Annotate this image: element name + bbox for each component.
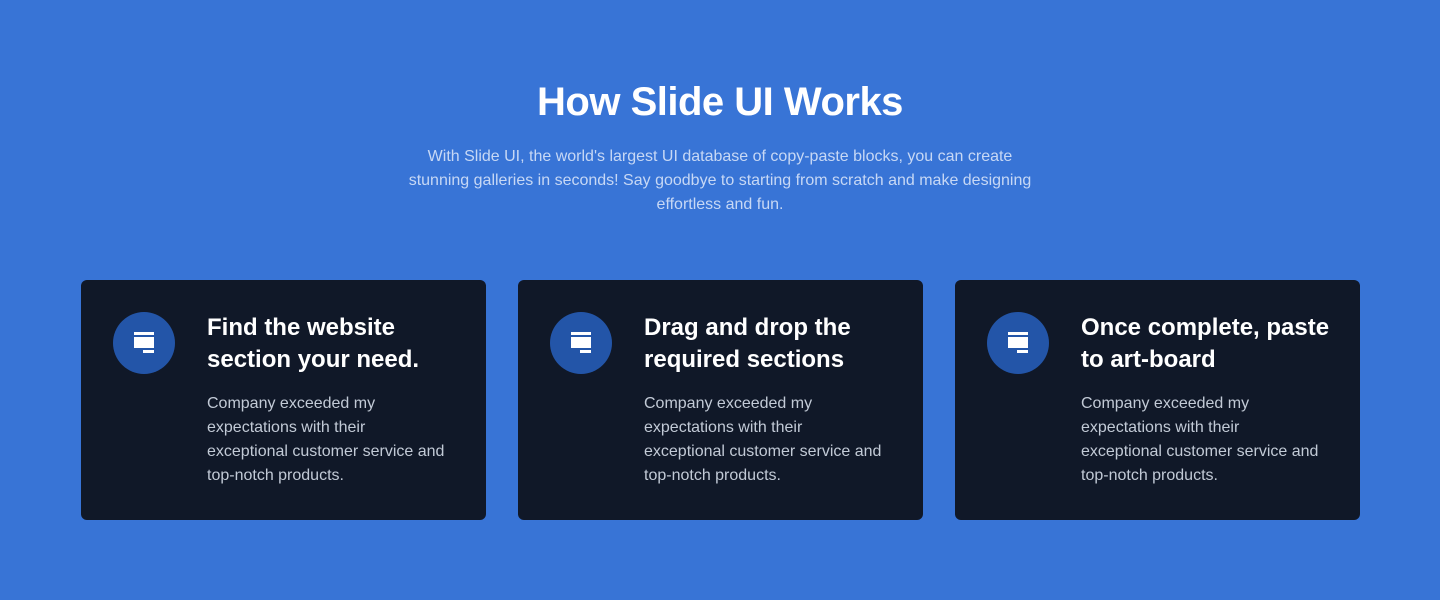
card-description: Company exceeded my expectations with th… — [644, 395, 882, 484]
layout-icon — [550, 312, 612, 374]
card-title: Drag and drop the required sections — [644, 314, 851, 373]
feature-card: Once complete, paste to art-board Compan… — [955, 280, 1360, 520]
card-title: Find the website section your need. — [207, 314, 420, 373]
card-description: Company exceeded my expectations with th… — [207, 395, 445, 484]
section-title: How Slide UI Works — [537, 80, 903, 124]
layout-icon — [987, 312, 1049, 374]
card-description: Company exceeded my expectations with th… — [1081, 395, 1319, 484]
feature-card: Find the website section your need. Comp… — [81, 280, 486, 520]
layout-icon — [113, 312, 175, 374]
feature-card: Drag and drop the required sections Comp… — [518, 280, 923, 520]
section-subtitle: With Slide UI, the world's largest UI da… — [408, 148, 1032, 213]
card-title: Once complete, paste to art-board — [1081, 314, 1330, 373]
